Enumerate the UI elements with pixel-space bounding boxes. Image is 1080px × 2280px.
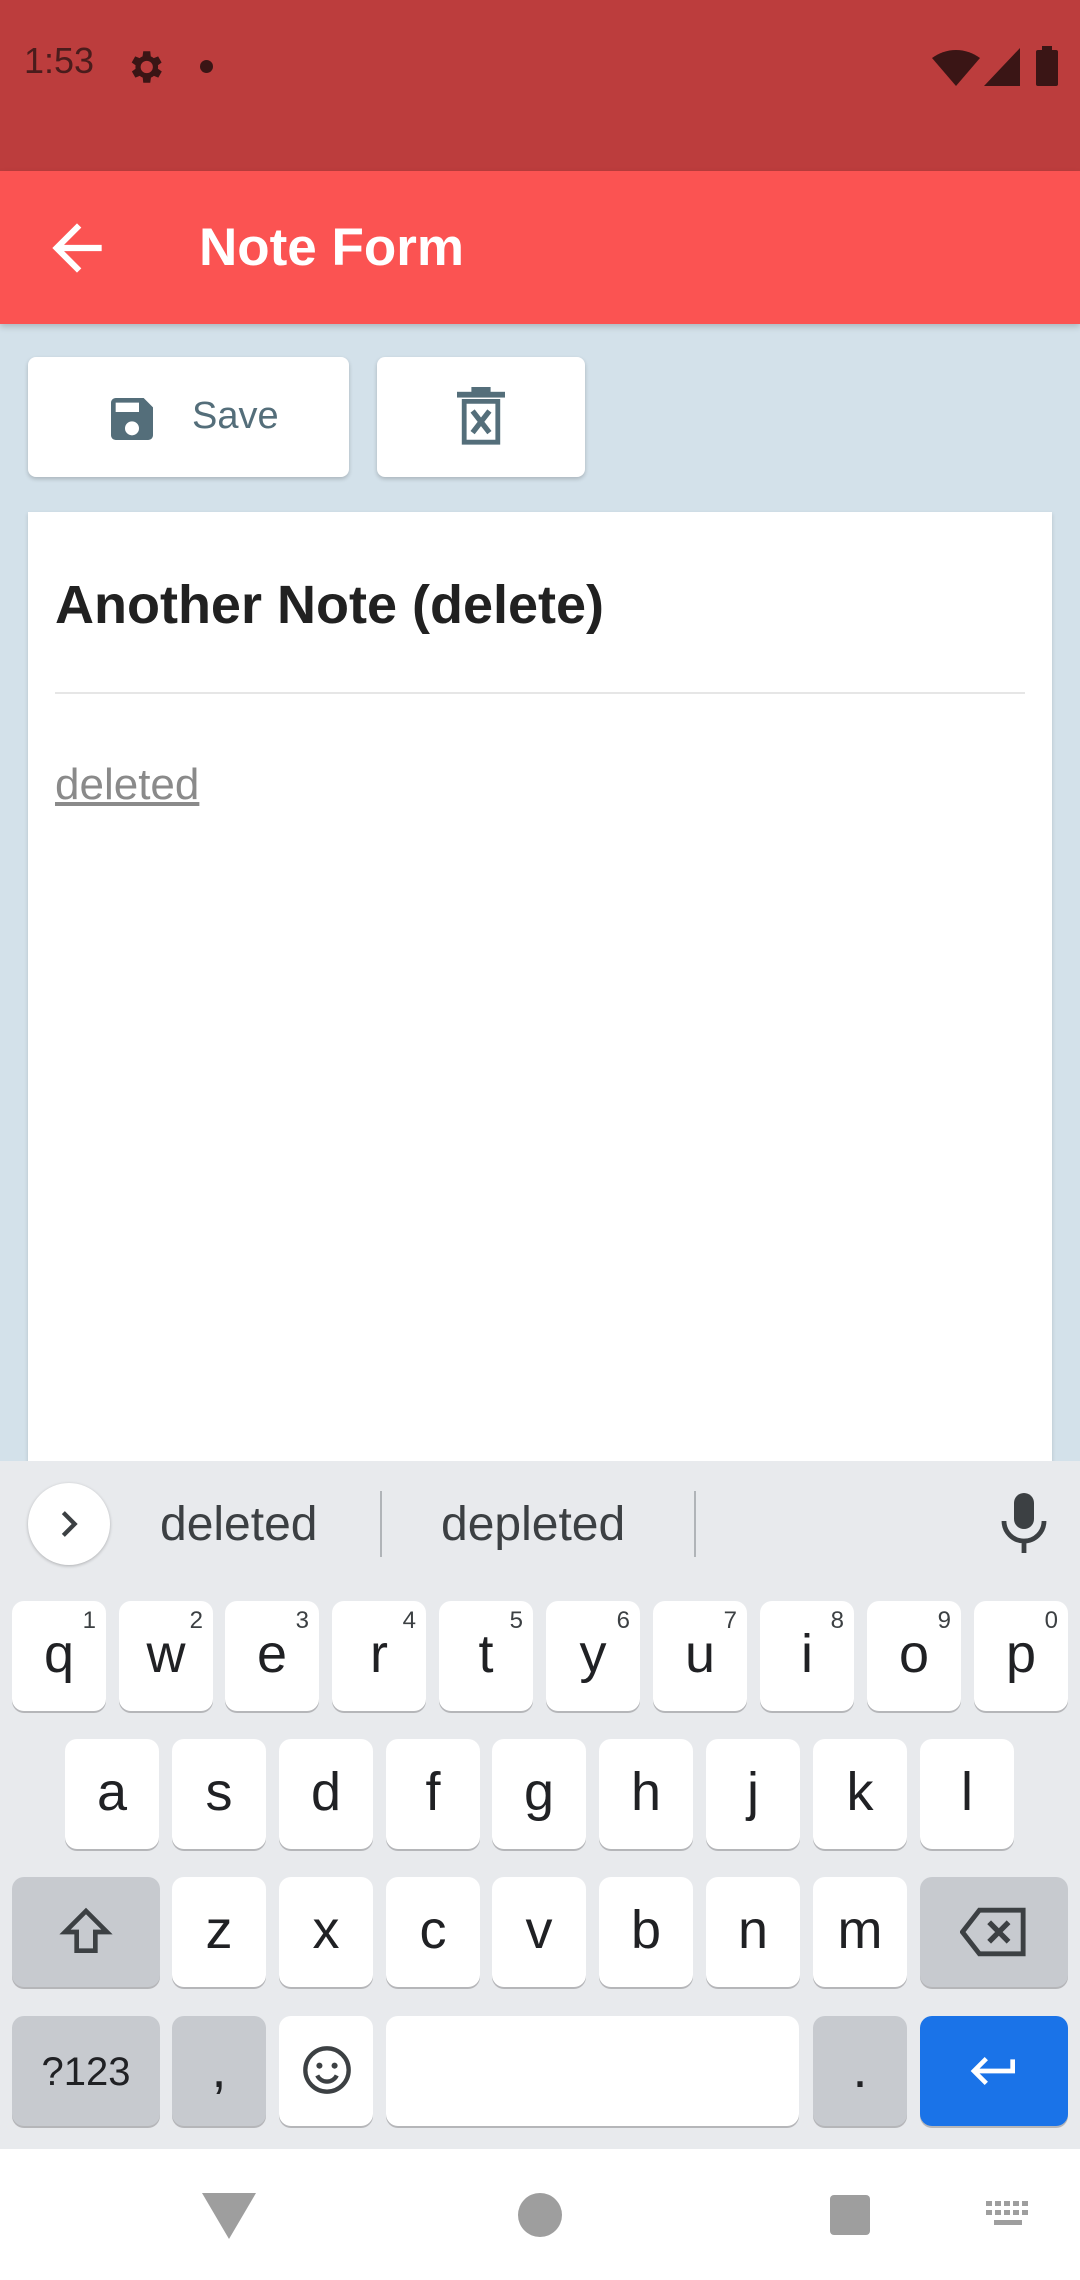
key-p[interactable]: p0 (974, 1601, 1068, 1711)
notification-dot-icon (200, 60, 213, 73)
key-e[interactable]: e3 (225, 1601, 319, 1711)
floppy-disk-icon (111, 398, 153, 440)
key-n[interactable]: n (706, 1877, 800, 1987)
key-label: z (205, 1900, 233, 1960)
back-arrow-icon[interactable] (40, 211, 114, 285)
save-button[interactable]: Save (28, 357, 349, 477)
key-q[interactable]: q1 (12, 1601, 106, 1711)
emoji-icon (303, 2046, 351, 2094)
keyboard-switch-icon[interactable] (986, 2201, 1030, 2229)
signal-icon (984, 48, 1020, 86)
key-hint: 1 (82, 1607, 96, 1634)
key-label: ?123 (41, 2050, 131, 2094)
key-label: j (747, 1762, 759, 1822)
system-nav-bar (0, 2149, 1080, 2280)
emoji-key[interactable] (279, 2016, 373, 2126)
gear-icon (131, 51, 162, 83)
symbols-key[interactable]: ?123 (12, 2016, 160, 2126)
status-bar: 1:53 (0, 0, 1080, 171)
key-label: . (852, 2039, 868, 2099)
key-u[interactable]: u7 (653, 1601, 747, 1711)
key-a[interactable]: a (65, 1739, 159, 1849)
trash-x-icon (457, 387, 505, 445)
key-z[interactable]: z (172, 1877, 266, 1987)
microphone-icon[interactable] (1000, 1493, 1048, 1553)
space-key[interactable] (386, 2016, 799, 2126)
key-label: h (630, 1762, 662, 1822)
backspace-key[interactable] (920, 1877, 1068, 1987)
key-b[interactable]: b (599, 1877, 693, 1987)
key-v[interactable]: v (492, 1877, 586, 1987)
key-s[interactable]: s (172, 1739, 266, 1849)
key-hint: 7 (723, 1607, 737, 1634)
key-m[interactable]: m (813, 1877, 907, 1987)
key-k[interactable]: k (813, 1739, 907, 1849)
shift-key[interactable] (12, 1877, 160, 1987)
key-label: x (312, 1900, 340, 1960)
backspace-icon (960, 1907, 1026, 1957)
delete-button[interactable] (377, 357, 585, 477)
period-key[interactable]: . (813, 2016, 907, 2126)
key-c[interactable]: c (386, 1877, 480, 1987)
suggestion-divider (380, 1491, 382, 1557)
key-label: f (425, 1762, 441, 1822)
save-button-label: Save (192, 395, 279, 437)
comma-key[interactable]: , (172, 2016, 266, 2126)
enter-arrow-icon (970, 2057, 1015, 2085)
key-label: g (523, 1762, 555, 1822)
key-x[interactable]: x (279, 1877, 373, 1987)
suggestion-item[interactable]: depleted (441, 1497, 625, 1552)
note-title-input[interactable]: Another Note (delete) (55, 574, 604, 636)
key-l[interactable]: l (920, 1739, 1014, 1849)
key-w[interactable]: w2 (119, 1601, 213, 1711)
key-o[interactable]: o9 (867, 1601, 961, 1711)
key-label: d (310, 1762, 342, 1822)
key-hint: 2 (189, 1607, 203, 1634)
suggestion-divider (694, 1491, 696, 1557)
key-hint: 8 (830, 1607, 844, 1634)
key-r[interactable]: r4 (332, 1601, 426, 1711)
key-h[interactable]: h (599, 1739, 693, 1849)
key-i[interactable]: i8 (760, 1601, 854, 1711)
page-title: Note Form (199, 218, 464, 277)
key-label: a (96, 1762, 128, 1822)
key-t[interactable]: t5 (439, 1601, 533, 1711)
app-bar: Note Form (0, 171, 1080, 324)
key-d[interactable]: d (279, 1739, 373, 1849)
key-hint: 5 (509, 1607, 523, 1634)
key-hint: 4 (402, 1607, 416, 1634)
suggestion-expand-button[interactable] (28, 1483, 110, 1565)
key-label: n (737, 1900, 769, 1960)
key-hint: 9 (937, 1607, 951, 1634)
key-y[interactable]: y6 (546, 1601, 640, 1711)
key-label: k (846, 1762, 874, 1822)
key-label: b (630, 1900, 662, 1960)
key-f[interactable]: f (386, 1739, 480, 1849)
battery-icon (1036, 46, 1058, 86)
note-card: Another Note (delete) deleted (28, 512, 1052, 1512)
enter-key[interactable] (920, 2016, 1068, 2126)
key-label: l (961, 1762, 973, 1822)
key-label: v (525, 1900, 553, 1960)
divider (55, 692, 1025, 694)
key-label: m (837, 1900, 883, 1960)
key-hint: 0 (1044, 1607, 1058, 1634)
shift-arrow-icon (59, 1907, 113, 1953)
nav-home-icon[interactable] (518, 2193, 562, 2237)
key-label: c (419, 1900, 447, 1960)
key-j[interactable]: j (706, 1739, 800, 1849)
note-body-input[interactable]: deleted (55, 760, 199, 810)
key-label: , (211, 2039, 227, 2099)
key-label: s (205, 1762, 233, 1822)
chevron-right-icon (61, 1511, 78, 1537)
nav-recents-icon[interactable] (830, 2195, 870, 2235)
soft-keyboard: deleted depleted q1 w2 e3 r4 t5 y6 u7 i8… (0, 1461, 1080, 2149)
key-hint: 3 (295, 1607, 309, 1634)
key-g[interactable]: g (492, 1739, 586, 1849)
key-hint: 6 (616, 1607, 630, 1634)
status-time: 1:53 (24, 40, 95, 81)
suggestion-item[interactable]: deleted (160, 1497, 317, 1552)
wifi-icon (932, 50, 980, 86)
nav-back-icon[interactable] (202, 2193, 256, 2239)
